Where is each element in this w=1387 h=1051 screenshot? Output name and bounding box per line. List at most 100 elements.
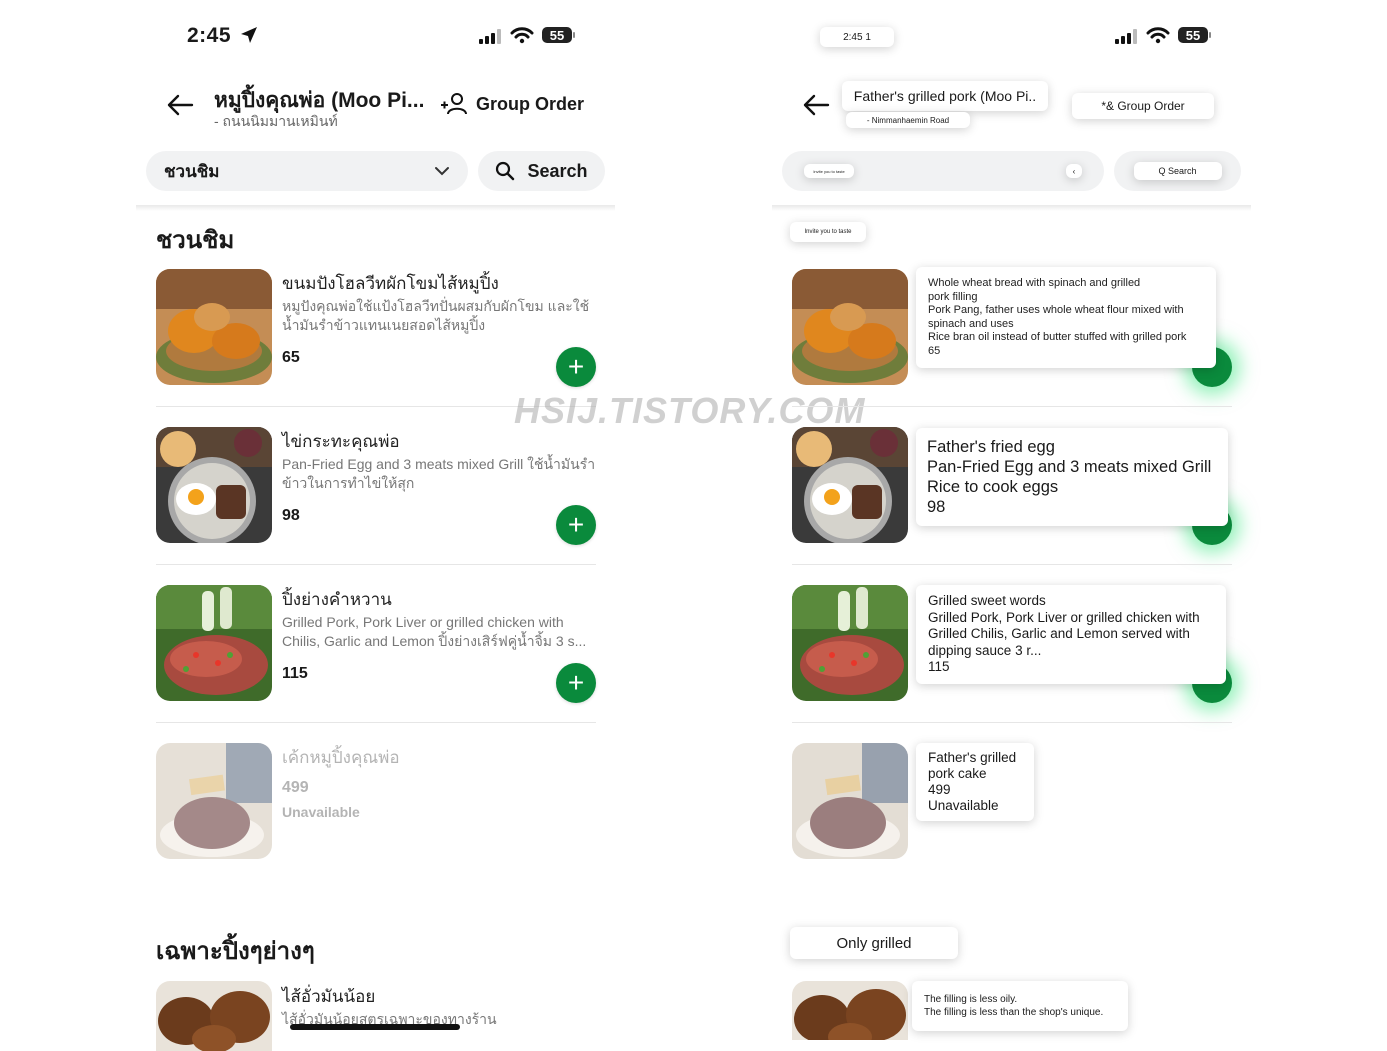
grilled-meat-photo xyxy=(792,585,908,701)
search-button[interactable]: Search xyxy=(478,151,605,191)
item-price: 65 xyxy=(282,349,300,366)
item-photo-bread[interactable] xyxy=(792,269,908,385)
card-line: Father's fried egg xyxy=(927,438,1055,456)
category-dropdown-value: Invite you to taste xyxy=(804,164,854,178)
chevron-glyph: ‹ xyxy=(1072,166,1076,176)
sausage-photo xyxy=(792,981,908,1040)
status-time: 2:45 xyxy=(187,24,231,48)
bread-photo xyxy=(156,269,272,385)
item-divider xyxy=(156,564,596,565)
wifi-icon xyxy=(1146,27,1170,44)
item-description: หมูปังคุณพ่อใช้แป้งโฮลวีทปั่นผสมกับผักโข… xyxy=(282,298,590,333)
group-order-label: Group Order xyxy=(476,93,585,114)
pork-cake-photo xyxy=(792,743,908,859)
section-title: ชวนชิม xyxy=(156,227,235,254)
item-price: 98 xyxy=(282,507,300,524)
item-divider xyxy=(156,722,596,723)
item-photo-grilled-meat[interactable] xyxy=(792,585,908,701)
item-photo-grilled-meat[interactable] xyxy=(156,585,272,701)
card-line: Pork Pang, father uses whole wheat flour… xyxy=(928,304,1184,316)
status-time-text: 2:45 xyxy=(187,24,232,47)
sausage-photo xyxy=(156,981,272,1051)
item-name: เค้กหมูปิ้งคุณพ่อ xyxy=(282,748,400,767)
card-line: Rice to cook eggs xyxy=(927,478,1059,496)
unavailable-badge: Unavailable xyxy=(282,804,360,820)
card-line: Grilled Pork, Pork Liver or grilled chic… xyxy=(928,609,1200,625)
chevron-down-icon xyxy=(435,167,449,176)
item-photo-pork-cake[interactable] xyxy=(156,743,272,859)
translation-card: Whole wheat bread with spinach and grill… xyxy=(916,267,1216,368)
item-photo-bread[interactable] xyxy=(156,269,272,385)
group-order-button[interactable]: Group Order xyxy=(440,92,584,116)
back-arrow-icon[interactable] xyxy=(802,93,830,117)
item-description: Grilled Pork, Pork Liver or grilled chic… xyxy=(282,614,587,649)
translation-card: Father's grilled pork cake 499 Unavailab… xyxy=(916,743,1034,821)
translation-card: Father's fried egg Pan-Fried Egg and 3 m… xyxy=(916,428,1228,526)
translation-card: Grilled sweet words Grilled Pork, Pork L… xyxy=(916,585,1226,684)
plus-icon: + xyxy=(567,351,585,382)
search-label: Q Search xyxy=(1133,162,1222,180)
card-line: 499 xyxy=(928,782,951,797)
card-line: Grilled Chilis, Garlic and Lemon served … xyxy=(928,626,1190,641)
item-price: 499 xyxy=(282,779,309,796)
item-price: 115 xyxy=(282,665,308,682)
category-dropdown[interactable]: Invite you to taste ‹ xyxy=(782,151,1104,191)
card-line: Grilled sweet words xyxy=(928,593,1046,608)
search-icon xyxy=(496,161,515,181)
location-arrow-icon xyxy=(241,27,257,43)
status-time-text: 2:45 1 xyxy=(843,31,871,43)
add-group-icon xyxy=(441,93,467,115)
restaurant-branch: - Nimmanhaemin Road xyxy=(846,112,970,128)
back-arrow-icon[interactable] xyxy=(166,93,194,117)
bread-photo xyxy=(792,269,908,385)
pork-cake-photo xyxy=(156,743,272,859)
item-divider xyxy=(792,722,1232,723)
card-line: Rice bran oil instead of butter stuffed … xyxy=(928,331,1187,343)
item-photo-egg-pan[interactable] xyxy=(792,427,908,543)
add-item-button[interactable]: + xyxy=(556,663,596,703)
egg-pan-photo xyxy=(156,427,272,543)
section-title: Invite you to taste xyxy=(790,222,866,242)
cellular-signal-icon xyxy=(479,28,501,44)
item-photo-sausage[interactable] xyxy=(792,981,908,1040)
section-title: เฉพาะปิ้งๆย่างๆ xyxy=(156,938,315,965)
restaurant-title-text: Father's grilled pork (Moo Pi.. xyxy=(853,88,1037,104)
restaurant-title: Father's grilled pork (Moo Pi.. xyxy=(842,81,1048,111)
card-line: The filling is less than the shop's uniq… xyxy=(924,1007,1104,1018)
search-label-text: Q Search xyxy=(1158,166,1197,176)
plus-icon: + xyxy=(567,667,585,698)
item-name: ไส้อั่วมันน้อย xyxy=(282,987,376,1006)
card-line: 98 xyxy=(927,498,946,516)
add-item-button[interactable]: + xyxy=(556,505,596,545)
item-photo-sausage[interactable] xyxy=(156,981,272,1051)
card-line: The filling is less oily. xyxy=(924,994,1018,1005)
card-line: 65 xyxy=(928,344,941,357)
search-button[interactable]: Q Search xyxy=(1114,151,1241,191)
item-photo-pork-cake[interactable] xyxy=(792,743,908,859)
item-photo-egg-pan[interactable] xyxy=(156,427,272,543)
card-line: pork cake xyxy=(928,766,987,781)
group-order-button[interactable]: *& Group Order xyxy=(1072,93,1214,119)
battery-level: 55 xyxy=(549,27,565,43)
category-dropdown[interactable]: ชวนชิม xyxy=(146,151,468,191)
battery-icon: 55 xyxy=(1178,27,1211,43)
restaurant-branch-text: - Nimmanhaemin Road xyxy=(866,115,950,125)
item-name: ขนมปังโฮลวีทผักโขมไส้หมูปิ้ง xyxy=(282,274,499,293)
add-item-button[interactable]: + xyxy=(556,347,596,387)
item-description: Pan-Fried Egg and 3 meats mixed Grill ใช… xyxy=(282,456,596,491)
restaurant-branch: - ถนนนิมมานเหมินท์ xyxy=(214,113,338,129)
watermark: HSIJ.TISTORY.COM xyxy=(514,390,866,431)
card-line: Whole wheat bread with spinach and grill… xyxy=(928,277,1141,289)
grilled-meat-photo xyxy=(156,585,272,701)
card-line: dipping sauce 3 r... xyxy=(928,642,1042,658)
header-shadow xyxy=(772,205,1251,211)
card-line: Pan-Fried Egg and 3 meats mixed Grill xyxy=(927,458,1212,476)
card-line: 115 xyxy=(928,659,950,674)
battery-icon: 55 xyxy=(542,27,575,43)
category-dropdown-value: ชวนชิม xyxy=(164,161,220,181)
wifi-icon xyxy=(510,27,534,44)
plus-icon: + xyxy=(567,509,585,540)
section-title-text: Invite you to taste xyxy=(804,229,852,235)
translation-card: The filling is less oily. The filling is… xyxy=(912,981,1128,1031)
card-line: Father's grilled xyxy=(928,750,1017,765)
